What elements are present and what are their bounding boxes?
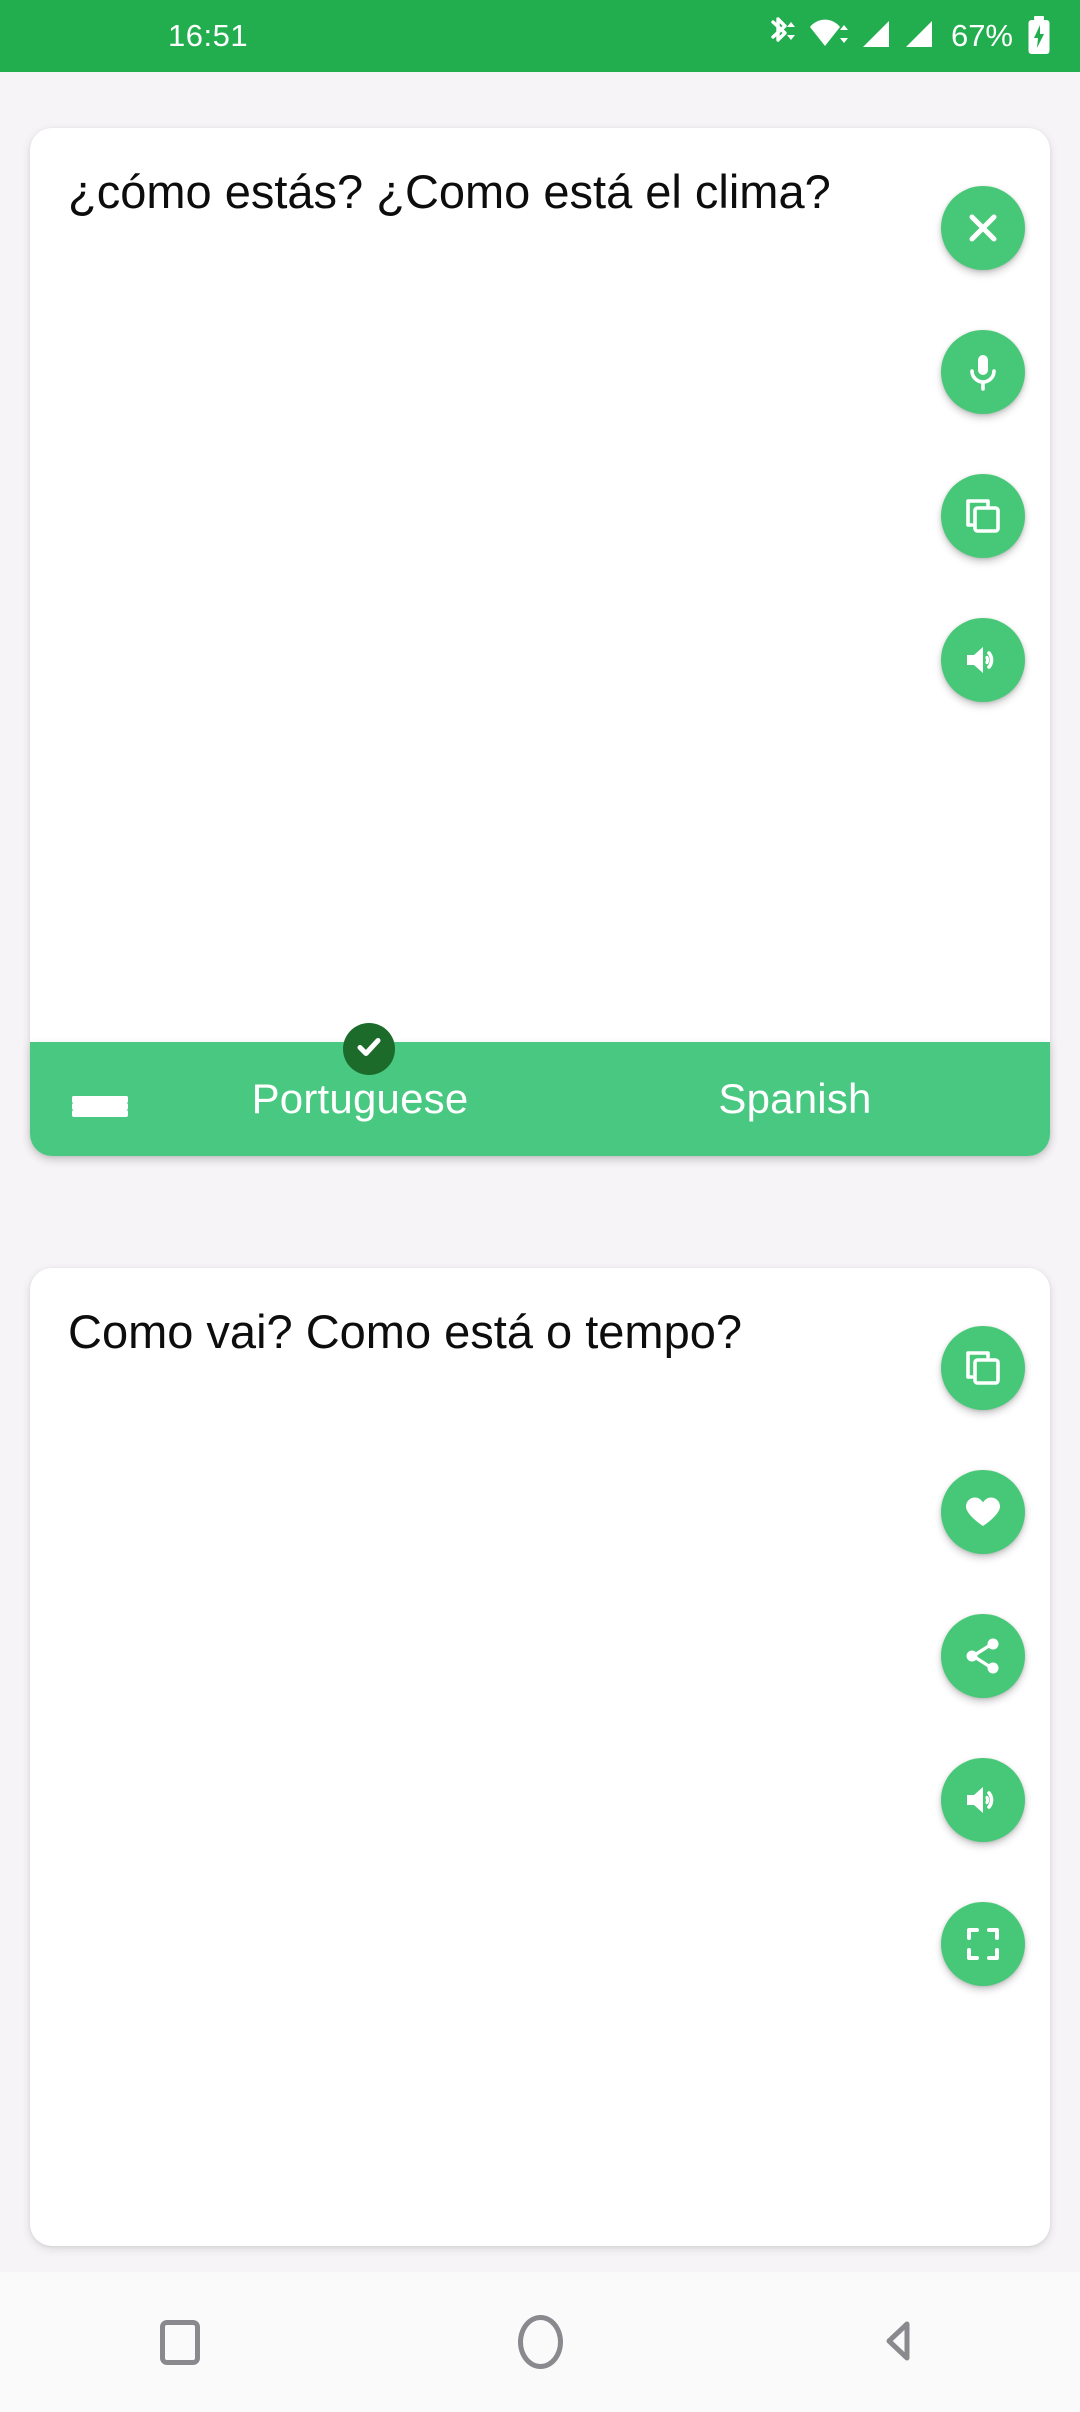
share-icon [962, 1635, 1004, 1677]
signal-sim1-icon [859, 16, 893, 56]
translated-text: Como vai? Como está o tempo? [68, 1305, 742, 1358]
heart-icon [962, 1491, 1004, 1533]
speaker-icon [962, 639, 1004, 681]
fullscreen-button[interactable] [941, 1902, 1025, 1986]
close-icon [963, 208, 1003, 248]
source-language-selector[interactable]: Spanish [540, 1075, 1050, 1123]
copy-button[interactable] [941, 1326, 1025, 1410]
battery-percentage: 67% [950, 18, 1013, 53]
circle-icon [517, 2315, 563, 2369]
language-selector-bar: Portuguese Spanish [30, 1042, 1050, 1156]
copy-icon [962, 495, 1004, 537]
status-time: 16:51 [168, 18, 249, 53]
translated-text-card[interactable]: Como vai? Como está o tempo? [30, 1268, 1050, 2246]
status-bar: 16:51 67% [0, 0, 1080, 72]
target-action-buttons [941, 1326, 1025, 1986]
wifi-icon [808, 16, 850, 56]
system-navigation-bar [0, 2272, 1080, 2412]
speak-button[interactable] [941, 618, 1025, 702]
copy-button[interactable] [941, 474, 1025, 558]
share-button[interactable] [941, 1614, 1025, 1698]
battery-charging-icon [1026, 15, 1052, 57]
back-button[interactable] [825, 2272, 975, 2412]
check-icon [354, 1032, 384, 1067]
recents-button[interactable] [105, 2272, 255, 2412]
language-check-badge [343, 1023, 395, 1075]
source-text[interactable]: ¿cómo estás? ¿Como está el clima? [68, 162, 910, 222]
square-icon [160, 2319, 200, 2365]
status-icon-group: 67% [765, 15, 1052, 57]
triangle-back-icon [874, 2315, 926, 2370]
speak-button[interactable] [941, 1758, 1025, 1842]
microphone-icon [963, 350, 1003, 394]
home-button[interactable] [465, 2272, 615, 2412]
source-text-card[interactable]: ¿cómo estás? ¿Como está el clima? [30, 128, 1050, 1156]
signal-sim2-icon [902, 16, 936, 56]
microphone-button[interactable] [941, 330, 1025, 414]
source-action-buttons [941, 186, 1025, 702]
bluetooth-icon [765, 16, 799, 56]
fullscreen-icon [963, 1924, 1003, 1964]
favorite-button[interactable] [941, 1470, 1025, 1554]
clear-button[interactable] [941, 186, 1025, 270]
copy-icon [962, 1347, 1004, 1389]
app-screen: 16:51 67% ¿cómo estás? ¿Como está el cli… [0, 0, 1080, 2412]
speaker-icon [962, 1779, 1004, 1821]
